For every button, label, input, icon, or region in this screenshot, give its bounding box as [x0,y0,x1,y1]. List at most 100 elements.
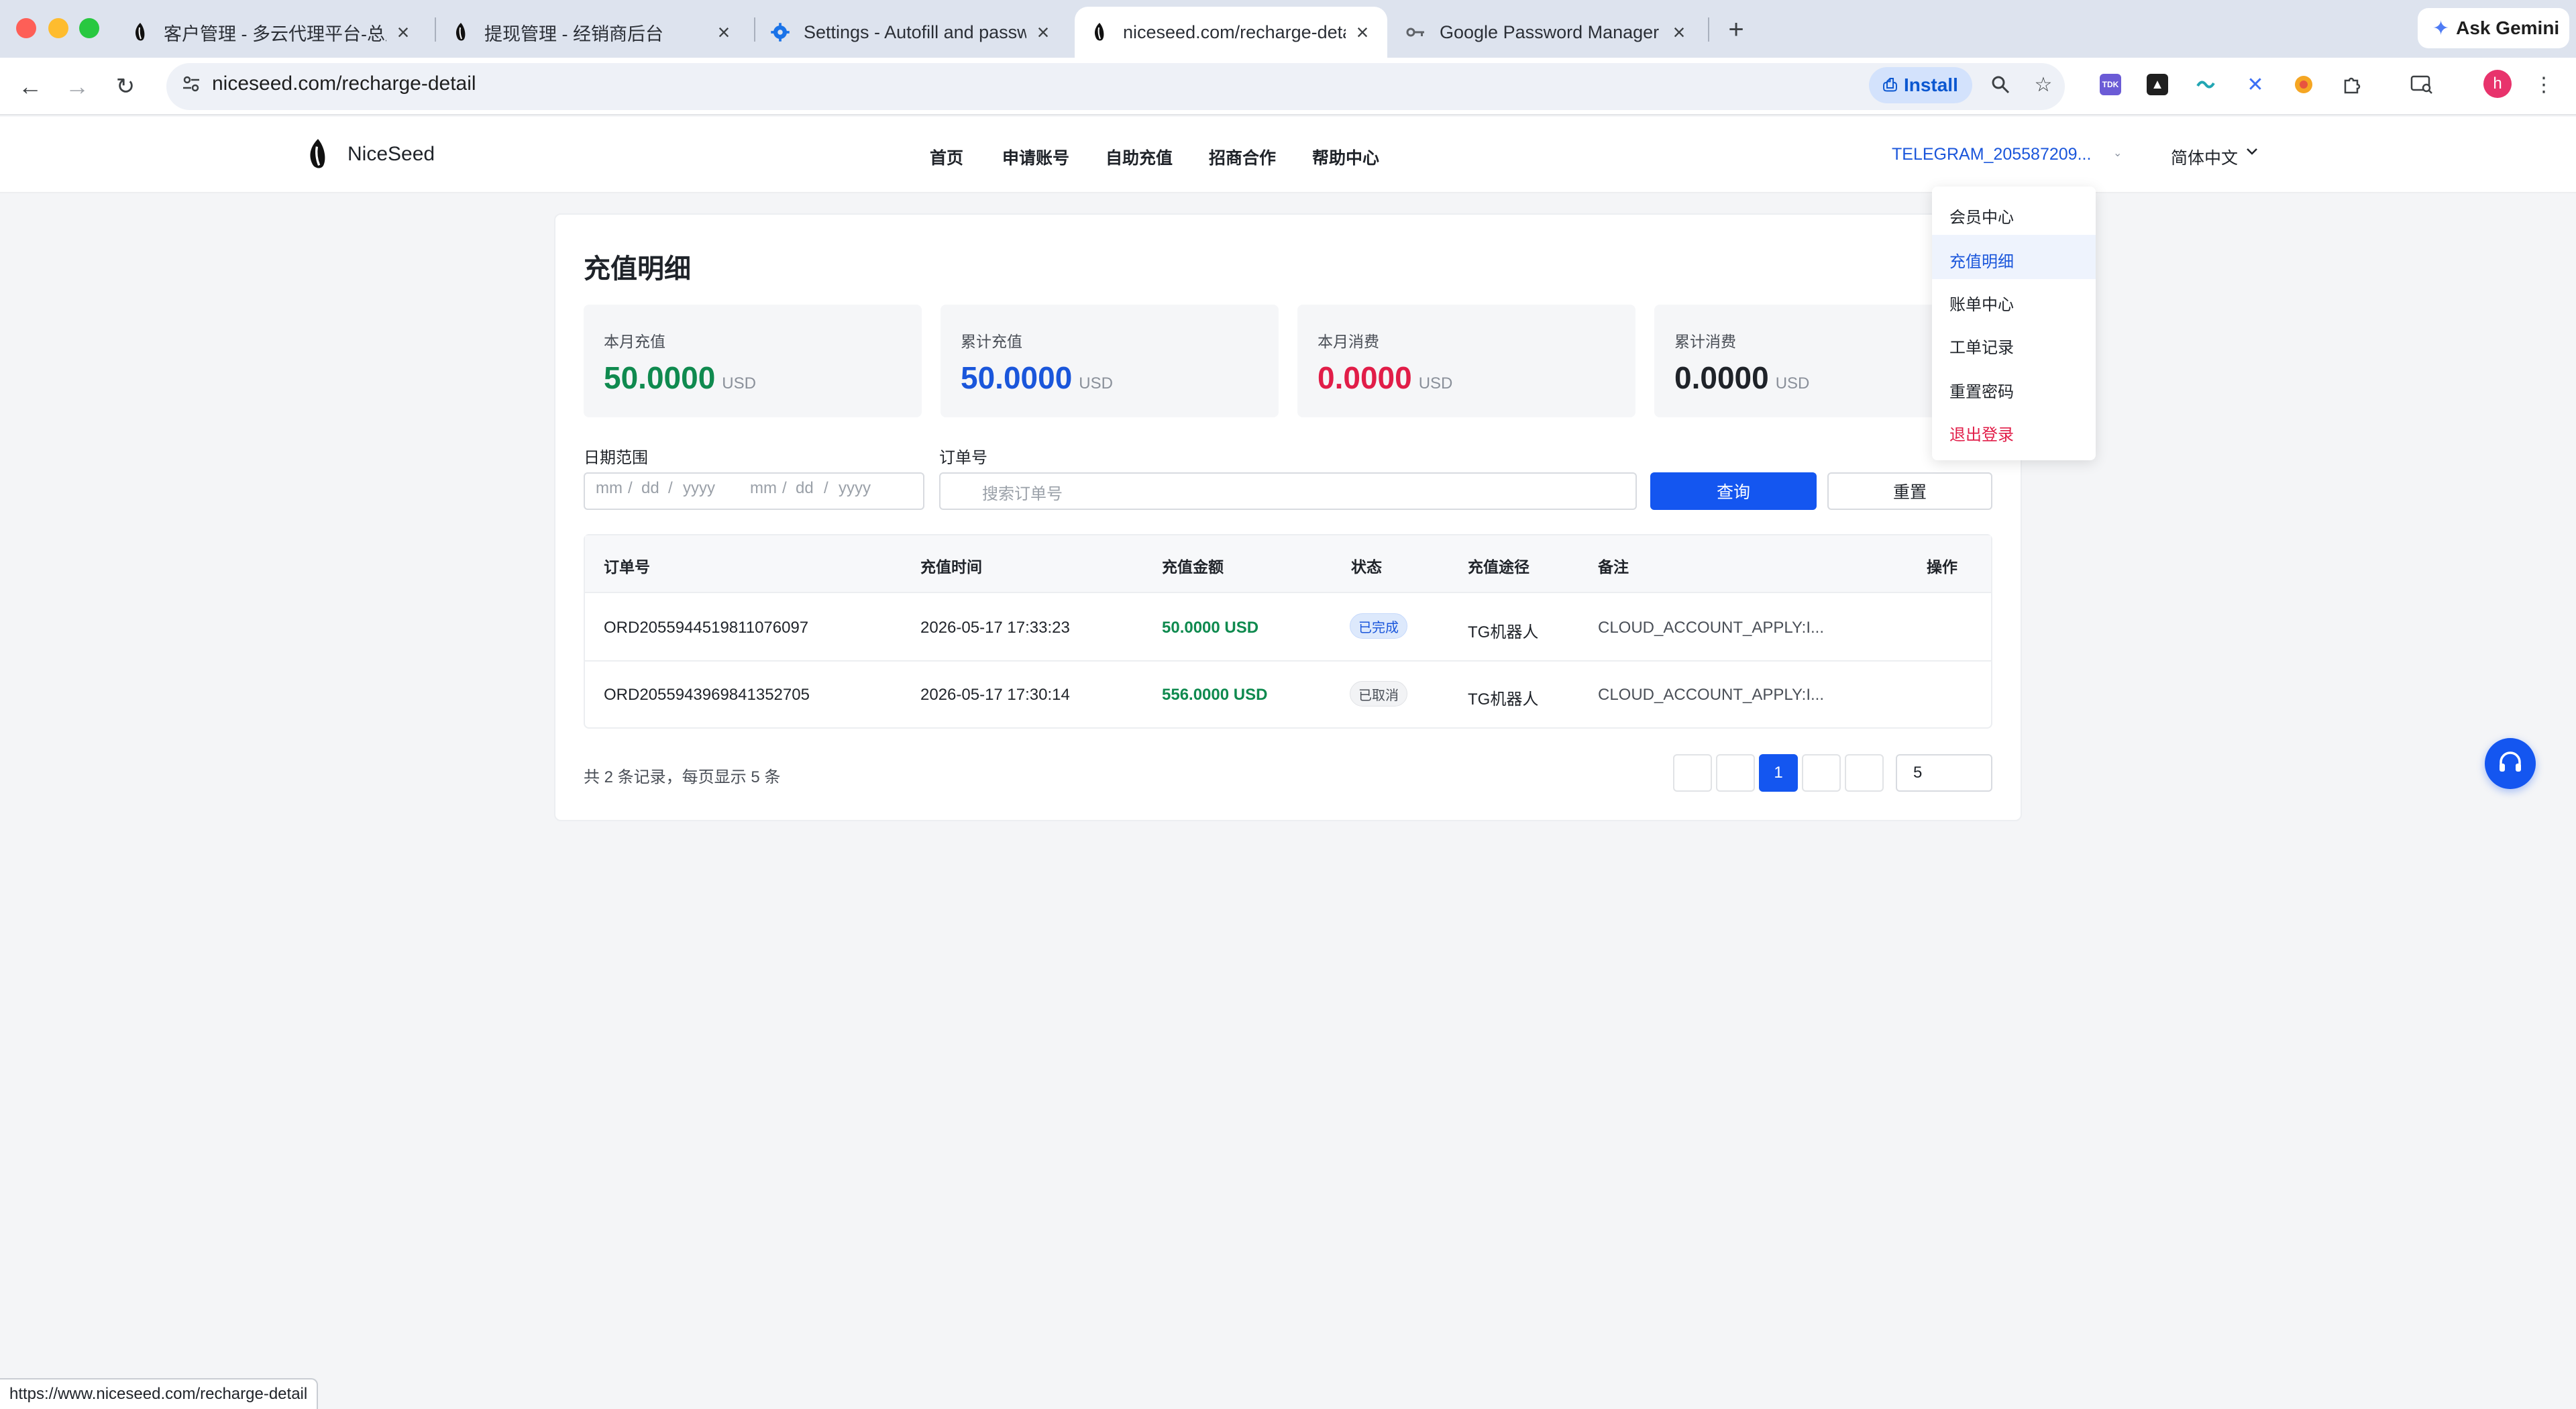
browser-tab[interactable]: 提现管理 - 经销商后台 × [436,7,749,58]
date-end-year[interactable]: yyyy [839,479,871,498]
install-app-button[interactable]: ⎙ Install [1869,67,1972,103]
extension-tdk-icon[interactable]: TDK [2097,71,2124,98]
reload-icon[interactable]: ↻ [110,71,141,102]
first-page-button[interactable] [1673,754,1712,792]
extension-triangle-icon[interactable]: ▲ [2144,71,2171,98]
forward-arrow-icon[interactable]: → [62,71,93,102]
extension-x-icon[interactable]: ✕ [2242,71,2269,98]
date-start-year[interactable]: yyyy [683,479,715,498]
tab-title: Settings - Autofill and passwords [804,21,1026,42]
date-end-month[interactable]: mm [750,479,777,498]
stat-value: 0.0000 [1318,360,1412,395]
extension-wave-icon[interactable] [2194,71,2220,98]
page-title: 充值明细 [584,254,691,284]
new-tab-button[interactable]: + [1717,11,1755,48]
nav-self-recharge[interactable]: 自助充值 [1106,145,1173,169]
page-size-input[interactable]: 5 [1896,754,1992,792]
gemini-sparkle-icon: ✦ [2432,17,2450,40]
menu-item-logout[interactable]: 退出登录 [1949,421,2014,445]
tab-close-icon[interactable]: × [714,20,734,45]
menu-item-tickets[interactable]: 工单记录 [1949,334,2014,358]
window-minimize-button[interactable] [48,18,68,38]
prev-page-button[interactable] [1716,754,1755,792]
stat-value-wrap: 0.0000 USD [1318,360,1452,396]
cell-remark: CLOUD_ACCOUNT_APPLY:I... [1598,619,1824,637]
status-badge-completed: 已完成 [1350,613,1407,639]
browser-tab-active[interactable]: niceseed.com/recharge-detail × [1075,7,1387,58]
column-header-amount: 充值金额 [1162,558,1224,576]
password-key-icon [1406,22,1426,42]
row-divider [585,660,1991,662]
window-zoom-button[interactable] [79,18,99,38]
date-separator: / [668,479,673,497]
tab-title: 提现管理 - 经销商后台 [484,23,663,44]
date-separator: / [824,479,828,497]
browser-tab[interactable]: Settings - Autofill and passwords × [755,7,1068,58]
tab-close-icon[interactable]: × [1352,20,1373,45]
ask-gemini-button[interactable]: ✦ Ask Gemini [2418,8,2569,48]
niceseed-favicon-icon [451,22,471,42]
install-label: Install [1903,74,1958,95]
cell-amount: 50.0000 USD [1162,619,1259,637]
order-search-placeholder[interactable]: 搜索订单号 [982,480,1063,504]
niceseed-favicon-icon [1089,22,1110,42]
menu-item-reset-password[interactable]: 重置密码 [1949,378,2014,402]
headset-icon [2500,751,2521,772]
date-start-month[interactable]: mm [596,479,623,498]
tab-close-icon[interactable]: × [1669,20,1689,45]
niceseed-logo-icon[interactable] [306,138,330,171]
user-chevron-down-icon[interactable]: ⌄ [2113,146,2122,160]
stat-value: 0.0000 [1674,360,1769,395]
date-start-day[interactable]: dd [641,479,659,498]
nav-help-center[interactable]: 帮助中心 [1312,145,1379,169]
query-button[interactable]: 查询 [1650,472,1817,510]
cell-time: 2026-05-17 17:33:23 [920,619,1070,637]
page-button-current[interactable]: 1 [1759,754,1798,792]
column-header-remark: 备注 [1598,558,1629,576]
reset-button[interactable]: 重置 [1827,472,1992,510]
menu-item-billing-center[interactable]: 账单中心 [1949,291,2014,315]
browser-tab[interactable]: 客户管理 - 多云代理平台-总后台 × [115,7,428,58]
stat-value-wrap: 50.0000 USD [961,360,1113,396]
install-monitor-icon: ⎙ [1883,74,1897,95]
tab-search-icon[interactable] [2408,71,2435,98]
profile-avatar[interactable]: h [2483,70,2512,98]
language-chevron-down-icon[interactable] [2245,144,2259,158]
table-header [585,535,1991,593]
extension-orange-icon[interactable] [2290,71,2317,98]
browser-menu-kebab-icon[interactable]: ⋮ [2530,71,2557,98]
stat-card-month-spend: 本月消费 0.0000 USD [1297,305,1635,417]
zoom-magnifier-icon[interactable] [1987,71,2014,98]
window-close-button[interactable] [16,18,36,38]
stat-unit: USD [1418,374,1453,393]
nav-apply-account[interactable]: 申请账号 [1002,145,1069,169]
url-text[interactable]: niceseed.com/recharge-detail [212,72,476,95]
column-header-channel: 充值途径 [1468,558,1529,576]
customer-support-button[interactable] [2485,738,2536,789]
menu-item-member-center[interactable]: 会员中心 [1949,204,2014,227]
tab-close-icon[interactable]: × [393,20,413,45]
menu-item-recharge-detail[interactable]: 充值明细 [1949,248,2014,272]
date-range-label: 日期范围 [584,449,648,467]
nav-home[interactable]: 首页 [930,145,963,169]
back-arrow-icon[interactable]: ← [15,71,46,102]
stat-card-month-recharge: 本月充值 50.0000 USD [584,305,922,417]
language-selector[interactable]: 简体中文 [2171,145,2238,169]
user-account-menu[interactable]: TELEGRAM_205587209... [1892,145,2091,164]
nav-partnership[interactable]: 招商合作 [1209,145,1276,169]
extensions-puzzle-icon[interactable] [2339,71,2365,98]
brand-name[interactable]: NiceSeed [347,143,435,166]
pagination-summary: 共 2 条记录，每页显示 5 条 [584,768,781,786]
date-end-day[interactable]: dd [796,479,814,498]
status-badge-cancelled: 已取消 [1350,681,1407,707]
next-page-button[interactable] [1802,754,1841,792]
bookmark-star-icon[interactable]: ☆ [2030,71,2057,98]
column-header-order: 订单号 [604,558,650,576]
site-info-icon[interactable] [181,74,201,94]
last-page-button[interactable] [1845,754,1884,792]
stat-label: 累计充值 [961,333,1022,350]
stat-card-total-recharge: 累计充值 50.0000 USD [941,305,1279,417]
cell-remark: CLOUD_ACCOUNT_APPLY:I... [1598,686,1824,704]
browser-tab[interactable]: Google Password Manager × [1391,7,1704,58]
tab-close-icon[interactable]: × [1033,20,1053,45]
